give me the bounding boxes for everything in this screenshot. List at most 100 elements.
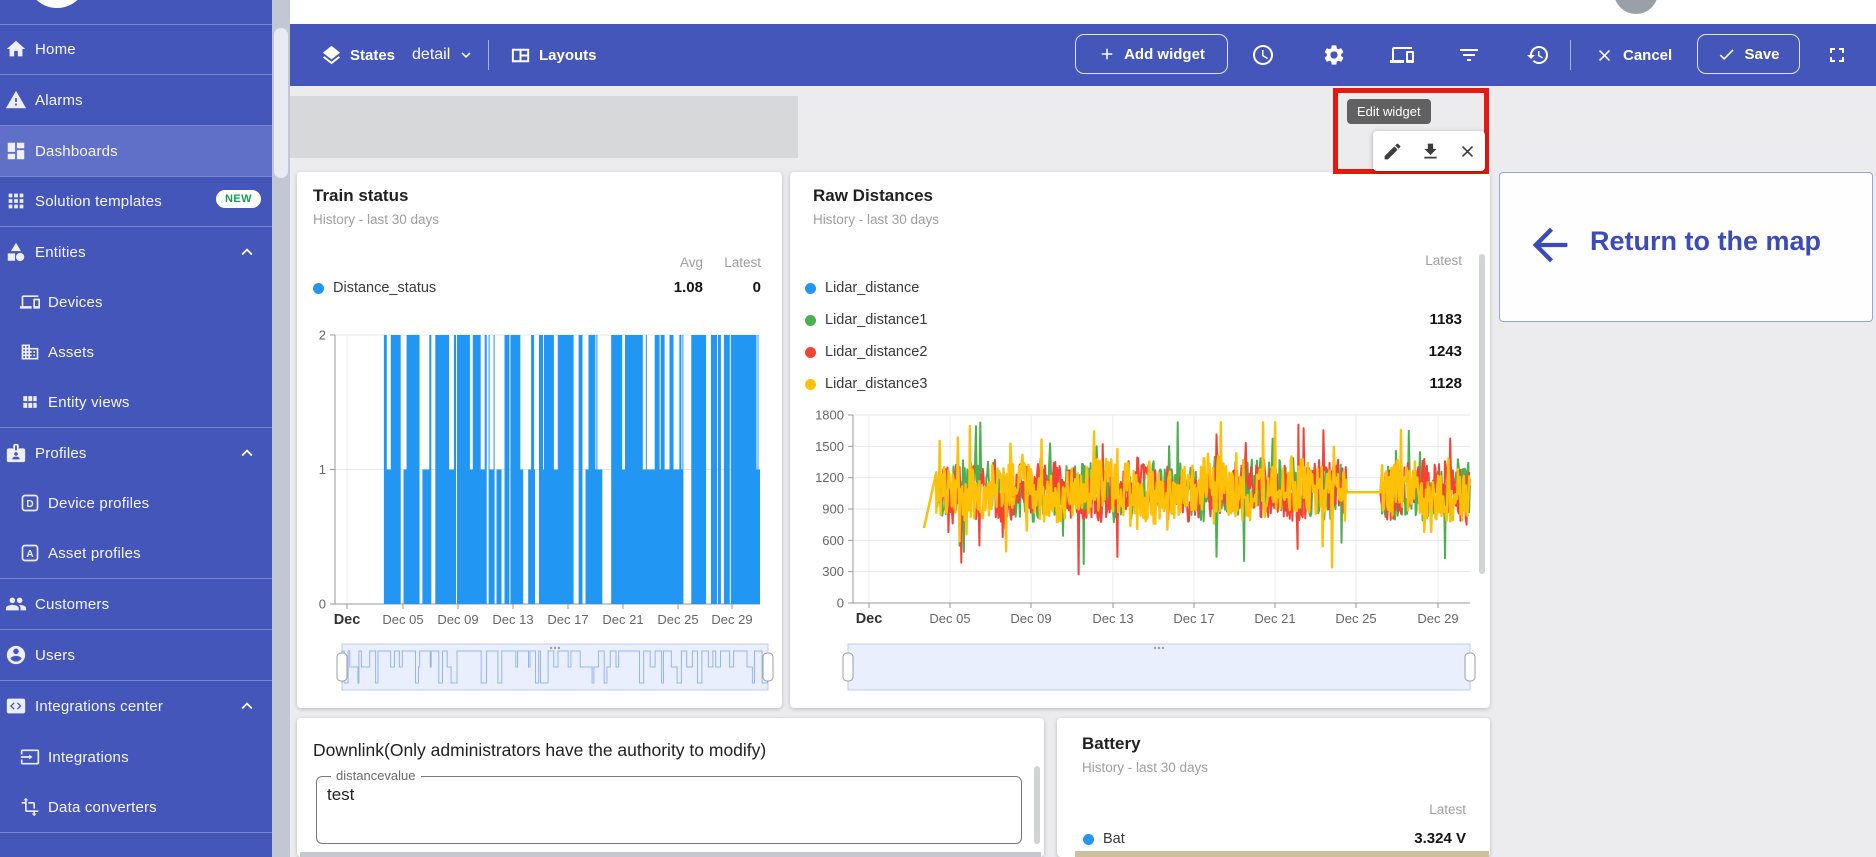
edit-widget-tooltip: Edit widget xyxy=(1347,99,1431,124)
svg-text:D: D xyxy=(26,499,33,510)
svg-text:Dec 13: Dec 13 xyxy=(492,612,533,627)
arrow-left-icon xyxy=(1524,219,1576,271)
sidebar-item-home[interactable]: Home xyxy=(0,24,272,74)
chevron-up-icon[interactable] xyxy=(236,442,258,464)
svg-text:Dec 17: Dec 17 xyxy=(547,612,588,627)
sidebar-item-profiles[interactable]: Profiles xyxy=(0,428,272,478)
sidebar-item-rule-chains[interactable]: Rule chains xyxy=(0,848,272,857)
entity-aliases-icon[interactable] xyxy=(1390,43,1414,67)
devices-icon xyxy=(20,292,40,312)
widget-title: Downlink(Only administrators have the au… xyxy=(313,740,766,761)
svg-text:Dec: Dec xyxy=(856,611,883,627)
layouts-button[interactable]: Layouts xyxy=(509,24,597,86)
profiles-icon xyxy=(5,442,27,464)
distancevalue-input[interactable]: test xyxy=(325,783,1009,839)
battery-chart-sliver xyxy=(1075,851,1489,857)
legend-dot xyxy=(1083,834,1094,845)
chevron-down-icon xyxy=(457,46,475,64)
sidebar-item-integrations-center[interactable]: Integrations center xyxy=(0,681,272,731)
sidebar-item-dashboards[interactable]: Dashboards xyxy=(0,126,272,176)
svg-text:Dec 25: Dec 25 xyxy=(657,612,698,627)
dashboard-canvas: Train status History - last 30 days Avg … xyxy=(290,86,1876,857)
svg-text:Dec 05: Dec 05 xyxy=(929,611,970,626)
integrations-center-icon xyxy=(5,695,27,717)
svg-text:Dec 09: Dec 09 xyxy=(1010,611,1051,626)
sidebar-item-data-converters[interactable]: Data converters xyxy=(0,782,272,832)
sidebar-item-label: Device profiles xyxy=(48,495,149,512)
svg-text:900: 900 xyxy=(822,502,844,517)
distancevalue-field: distancevalue test xyxy=(316,776,1022,844)
widget-bottom-scrollbar[interactable] xyxy=(300,852,1041,857)
raw-distances-chart[interactable]: 1800150012009006003000DecDec 05Dec 09Dec… xyxy=(790,172,1490,708)
states-label: States xyxy=(350,47,395,64)
download-icon[interactable] xyxy=(1420,141,1441,162)
layouts-icon xyxy=(509,44,532,67)
sidebar-item-assets[interactable]: Assets xyxy=(0,327,272,377)
sidebar-item-alarms[interactable]: Alarms xyxy=(0,75,272,125)
chevron-up-icon[interactable] xyxy=(236,241,258,263)
settings-gear-icon[interactable] xyxy=(1322,43,1346,67)
sidebar-item-asset-profiles[interactable]: A Asset profiles xyxy=(0,528,272,578)
edit-pencil-icon[interactable] xyxy=(1382,141,1403,162)
sidebar-item-users[interactable]: Users xyxy=(0,630,272,680)
svg-text:2: 2 xyxy=(319,328,326,343)
avatar[interactable] xyxy=(1614,0,1658,14)
save-button[interactable]: Save xyxy=(1697,34,1800,74)
battery-widget: Battery History - last 30 days Latest Ba… xyxy=(1057,718,1490,857)
svg-text:1200: 1200 xyxy=(815,470,844,485)
assets-icon xyxy=(20,342,40,362)
svg-text:1500: 1500 xyxy=(815,439,844,454)
sidebar-item-label: Asset profiles xyxy=(48,545,141,562)
sidebar-item-label: Devices xyxy=(48,294,103,311)
scrollbar-thumb[interactable] xyxy=(274,28,288,178)
legend-name: Bat xyxy=(1103,831,1125,847)
widget-scrollbar[interactable] xyxy=(1034,766,1040,844)
sidebar-item-devices[interactable]: Devices xyxy=(0,277,272,327)
svg-text:0: 0 xyxy=(837,596,844,611)
svg-text:300: 300 xyxy=(822,564,844,579)
sidebar-item-entity-views[interactable]: Entity views xyxy=(0,377,272,427)
sidebar: Home Alarms Dashboards Solution template… xyxy=(0,0,272,857)
dashboard-toolbar: States detail Layouts Add widget Cancel … xyxy=(290,24,1876,86)
svg-text:Dec 05: Dec 05 xyxy=(382,612,423,627)
sidebar-item-customers[interactable]: Customers xyxy=(0,579,272,629)
home-icon xyxy=(5,38,27,60)
filters-icon[interactable] xyxy=(1457,43,1481,67)
fullscreen-icon[interactable] xyxy=(1825,43,1849,67)
return-to-map-button[interactable]: Return to the map xyxy=(1499,172,1873,322)
states-selector[interactable]: States detail xyxy=(320,24,475,86)
users-icon xyxy=(5,644,27,666)
timewindow-clock-icon[interactable] xyxy=(1251,43,1275,67)
sidebar-item-label: Customers xyxy=(35,596,109,613)
entities-icon xyxy=(5,241,27,263)
svg-text:Dec 09: Dec 09 xyxy=(437,612,478,627)
add-widget-button[interactable]: Add widget xyxy=(1075,34,1228,74)
legend-latest-value: 3.324 V xyxy=(1414,830,1466,847)
widget-placeholder xyxy=(290,96,798,158)
train-status-chart[interactable]: 210DecDec 05Dec 09Dec 13Dec 17Dec 21Dec … xyxy=(297,172,782,708)
data-converters-icon xyxy=(20,797,40,817)
legend-item[interactable]: Bat xyxy=(1083,831,1125,847)
close-icon xyxy=(1595,46,1614,65)
close-icon[interactable] xyxy=(1458,142,1477,161)
sidebar-item-integrations[interactable]: Integrations xyxy=(0,732,272,782)
svg-text:0: 0 xyxy=(319,597,326,612)
cancel-label: Cancel xyxy=(1623,47,1672,64)
add-widget-label: Add widget xyxy=(1124,46,1205,63)
sidebar-scrollbar[interactable] xyxy=(272,0,290,857)
chevron-up-icon[interactable] xyxy=(236,695,258,717)
sidebar-item-device-profiles[interactable]: D Device profiles xyxy=(0,478,272,528)
sidebar-item-entities[interactable]: Entities xyxy=(0,227,272,277)
svg-text:1: 1 xyxy=(319,462,326,477)
sidebar-item-label: Dashboards xyxy=(35,143,118,160)
version-history-icon[interactable] xyxy=(1526,43,1550,67)
cancel-button[interactable]: Cancel xyxy=(1595,24,1672,86)
new-badge: NEW xyxy=(216,190,261,208)
alarm-triangle-icon xyxy=(5,89,27,111)
sidebar-item-label: Users xyxy=(35,647,75,664)
sidebar-item-solution-templates[interactable]: Solution templatesNEW xyxy=(0,176,272,226)
svg-text:Dec: Dec xyxy=(334,612,361,628)
svg-text:A: A xyxy=(26,549,33,560)
widget-action-panel xyxy=(1373,131,1485,171)
sidebar-item-label: Integrations xyxy=(48,749,129,766)
